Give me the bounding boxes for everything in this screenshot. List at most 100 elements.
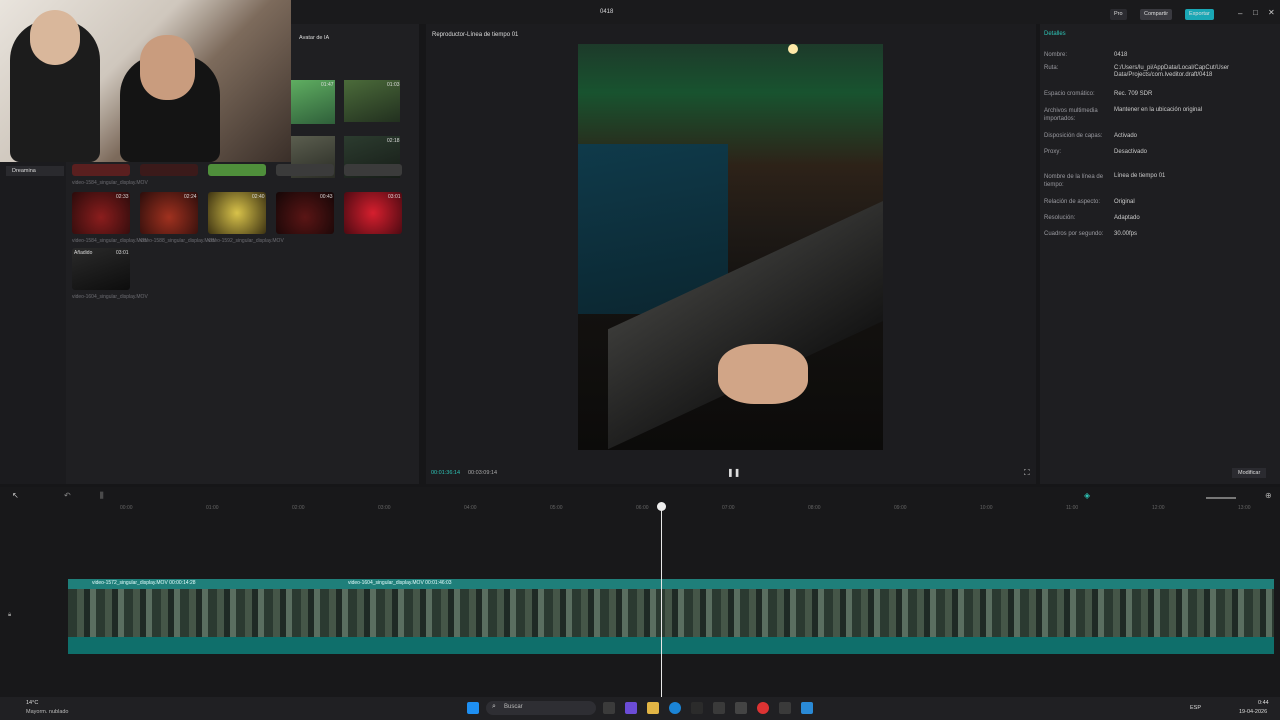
detail-key: Archivos multimedia importados: — [1044, 108, 1098, 122]
detail-value: Rec. 709 SDR — [1114, 91, 1153, 97]
clip-header[interactable]: video-1572_singular_display.MOV 00:00:14… — [68, 579, 1274, 589]
zoom-slider[interactable] — [1206, 497, 1236, 499]
detail-key: Proxy: — [1044, 149, 1062, 155]
explorer-icon[interactable] — [647, 702, 659, 714]
ruler-tick: 03:00 — [378, 505, 391, 511]
thumb-4[interactable] — [72, 164, 130, 176]
start-icon[interactable] — [467, 702, 479, 714]
ruler-tick: 05:00 — [550, 505, 563, 511]
details-list: Nombre: 0418 Ruta: C:/Users/lu_pi/AppData/… — [1044, 52, 1274, 247]
webcam-overlay — [0, 0, 291, 162]
sidebar-item-dreamina[interactable]: Dreamina — [6, 166, 64, 176]
thumb-10-duration: 02:24 — [184, 194, 197, 200]
ruler-tick: 12:00 — [1152, 505, 1165, 511]
pro-badge[interactable]: Pro — [1110, 9, 1127, 20]
detail-value: 30.00fps — [1114, 231, 1138, 237]
window-title: 0418 — [600, 9, 614, 15]
detail-key: Cuadros por segundo: — [1044, 231, 1104, 237]
maximize-icon[interactable]: □ — [1253, 8, 1258, 17]
video-preview[interactable] — [578, 44, 883, 450]
app2-icon[interactable] — [801, 702, 813, 714]
undo-icon[interactable]: ↶ — [64, 491, 71, 500]
media-tab[interactable]: Avatar de IA — [299, 35, 329, 41]
video-track[interactable] — [68, 589, 1274, 637]
taskview-icon[interactable] — [603, 702, 615, 714]
detail-key: Resolución: — [1044, 215, 1076, 221]
thumb-8[interactable] — [344, 164, 402, 176]
edge-icon[interactable] — [669, 702, 681, 714]
search-text: Buscar — [504, 704, 523, 710]
detail-value: Desactivado — [1114, 149, 1148, 155]
close-icon[interactable]: ✕ — [1268, 8, 1275, 17]
detail-value: Adaptado — [1114, 215, 1140, 221]
detail-key: Disposición de capas: — [1044, 133, 1103, 139]
ruler-tick: 10:00 — [980, 505, 993, 511]
clock-date[interactable]: 19-04-2026 — [1239, 709, 1267, 715]
thumb-11-name: video-1592_singular_display.MOV — [208, 238, 284, 244]
detail-value: C:/Users/lu_pi/AppData/Local/CapCut/User… — [1114, 65, 1230, 78]
thumb-14-duration: 03:01 — [116, 250, 129, 256]
ruler-tick: 04:00 — [464, 505, 477, 511]
thumb-6[interactable] — [208, 164, 266, 176]
pause-icon[interactable]: ❚❚ — [727, 468, 740, 477]
ruler-tick: 07:00 — [722, 505, 735, 511]
select-tool-icon[interactable]: ↖ — [12, 491, 19, 500]
weather-desc: Mayorm. nublado — [26, 709, 69, 715]
search-icon: ⌕ — [492, 703, 496, 710]
current-time: 00:01:36:14 — [431, 470, 461, 476]
detail-value: Mantener en la ubicación original — [1114, 107, 1203, 113]
ruler-tick: 11:00 — [1066, 505, 1079, 511]
ruler-tick: 09:00 — [894, 505, 907, 511]
detail-key: Ruta: — [1044, 65, 1059, 71]
playhead-handle[interactable] — [657, 502, 666, 511]
details-tab[interactable]: Detalles — [1044, 31, 1066, 37]
ruler-tick: 00:00 — [120, 505, 133, 511]
minimize-icon[interactable]: – — [1238, 9, 1242, 18]
capcut-icon[interactable] — [735, 702, 747, 714]
thumb-14-added-badge: Añadido — [74, 250, 93, 256]
thumb-13-duration: 03:01 — [388, 194, 401, 200]
copilot-icon[interactable] — [625, 702, 637, 714]
split-icon[interactable]: ⫼ — [100, 491, 104, 501]
face-right — [140, 35, 195, 100]
time-ruler: 00:00 01:00 02:00 03:00 04:00 05:00 06:00 07:00… — [120, 505, 1260, 513]
detail-value: Original — [1114, 199, 1135, 205]
thumb-7[interactable] — [276, 164, 334, 176]
playhead[interactable] — [661, 504, 662, 700]
detail-key: Nombre de la línea de tiempo: — [1044, 174, 1104, 188]
thumb-5[interactable] — [140, 164, 198, 176]
app-icon[interactable] — [779, 702, 791, 714]
thumb-11-duration: 02:40 — [252, 194, 265, 200]
detail-key: Relación de aspecto: — [1044, 199, 1101, 205]
chrome-icon[interactable] — [757, 702, 769, 714]
thumb-4-name: video-1584_singular_display.MOV — [72, 180, 148, 186]
ruler-tick: 06:00 — [636, 505, 649, 511]
media-panel: Avatar de IA 01:47 01:03 02:18 — [291, 24, 419, 484]
thumb-3-duration: 02:18 — [387, 138, 400, 144]
detail-value: Línea de tiempo 01 — [1114, 173, 1166, 179]
media-sidebar: Dreamina — [0, 162, 66, 484]
clock-time[interactable]: 0:44 — [1258, 700, 1269, 706]
detail-key: Nombre: — [1044, 52, 1068, 58]
detail-key: Espacio cromático: — [1044, 91, 1095, 97]
details-panel: Detalles Nombre: 0418 Ruta: C:/Users/lu_pi… — [1040, 24, 1280, 484]
media-grid: video-1584_singular_display.MOV 02:33 02… — [66, 162, 402, 484]
ruler-tick: 01:00 — [206, 505, 219, 511]
share-button[interactable]: Compartir — [1140, 9, 1173, 20]
modify-button[interactable]: Modificar — [1232, 468, 1267, 478]
search-box[interactable]: ⌕ Buscar — [486, 701, 596, 715]
zoom-fit-icon[interactable]: ⊕ — [1265, 491, 1272, 500]
taskbar — [0, 697, 1280, 720]
steam-icon[interactable] — [713, 702, 725, 714]
audio-waveform[interactable] — [68, 637, 1274, 654]
snap-icon[interactable]: ◈ — [1084, 491, 1090, 500]
track-lock-icon[interactable]: 🔒︎ — [8, 612, 11, 619]
fullscreen-icon[interactable]: ⛶ — [1024, 468, 1030, 478]
lang-indicator[interactable]: ESP — [1190, 705, 1201, 711]
thumb-10-name: video-1588_singular_display.MOV — [140, 238, 216, 244]
thumb-0-duration: 01:47 — [321, 82, 334, 88]
thumb-1-duration: 01:03 — [387, 82, 400, 88]
export-button[interactable]: Exportar — [1185, 9, 1214, 20]
detail-value: Activado — [1114, 133, 1138, 139]
store-icon[interactable] — [691, 702, 703, 714]
